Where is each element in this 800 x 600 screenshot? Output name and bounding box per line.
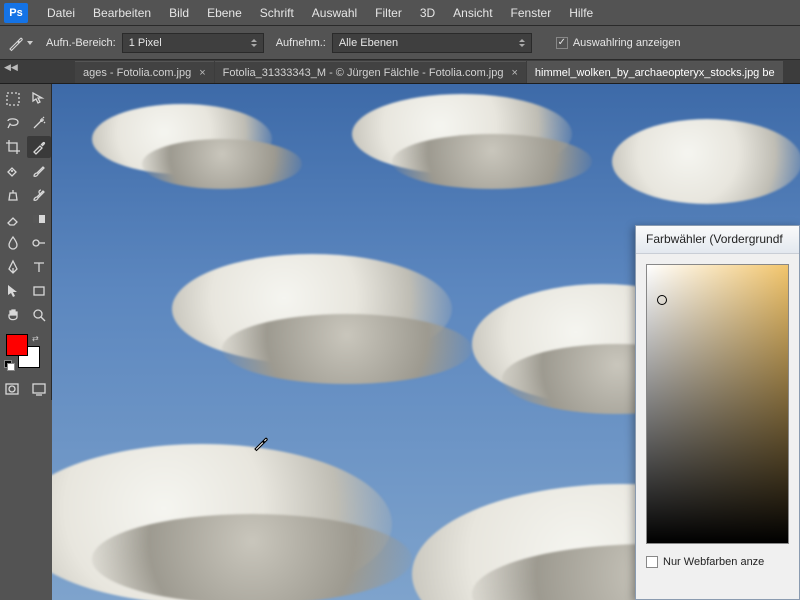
tab-label: himmel_wolken_by_archaeopteryx_stocks.jp… <box>535 67 775 79</box>
tool-zoom[interactable] <box>27 304 51 326</box>
tab-close-icon[interactable]: × <box>199 67 205 79</box>
tool-type[interactable] <box>27 256 51 278</box>
sample-source-value: Alle Ebenen <box>339 37 398 49</box>
sample-source-select[interactable]: Alle Ebenen <box>332 33 532 53</box>
tool-eyedropper[interactable] <box>27 136 51 158</box>
tool-preset-arrow-icon <box>27 41 33 45</box>
color-picker-title: Farbwähler (Vordergrundf <box>636 226 799 254</box>
collapse-handle-icon[interactable]: ◀◀ <box>4 62 18 73</box>
document-tab-strip: ◀◀ ages - Fotolia.com.jpg × Fotolia_3133… <box>0 60 800 84</box>
show-sampling-ring-label: Auswahlring anzeigen <box>573 37 681 49</box>
menu-image[interactable]: Bild <box>160 6 198 20</box>
tool-move[interactable] <box>27 88 51 110</box>
tool-hand[interactable] <box>1 304 25 326</box>
tool-history-brush[interactable] <box>27 184 51 206</box>
tool-dodge[interactable] <box>27 232 51 254</box>
tool-marquee[interactable] <box>1 88 25 110</box>
tool-eraser[interactable] <box>1 208 25 230</box>
color-marker-icon[interactable] <box>657 295 667 305</box>
tool-brush[interactable] <box>27 160 51 182</box>
menu-edit[interactable]: Bearbeiten <box>84 6 160 20</box>
checkbox-icon <box>646 556 658 568</box>
active-tool-icon[interactable] <box>6 31 34 55</box>
tool-blur[interactable] <box>1 232 25 254</box>
document-tab-1[interactable]: Fotolia_31333343_M - © Jürgen Fälchle - … <box>215 61 526 83</box>
menu-type[interactable]: Schrift <box>251 6 303 20</box>
web-colors-only-label: Nur Webfarben anze <box>663 556 764 568</box>
color-field[interactable] <box>646 264 789 544</box>
sample-size-value: 1 Pixel <box>129 37 162 49</box>
document-tab-2[interactable]: himmel_wolken_by_archaeopteryx_stocks.jp… <box>527 61 783 83</box>
sample-size-select[interactable]: 1 Pixel <box>122 33 264 53</box>
app-logo: Ps <box>4 3 28 23</box>
sample-source-label: Aufnehm.: <box>276 37 326 49</box>
menu-3d[interactable]: 3D <box>411 6 444 20</box>
tool-pen[interactable] <box>1 256 25 278</box>
tool-crop[interactable] <box>1 136 25 158</box>
document-tab-0[interactable]: ages - Fotolia.com.jpg × <box>75 61 214 83</box>
tool-shape[interactable] <box>27 280 51 302</box>
tab-label: ages - Fotolia.com.jpg <box>83 67 191 79</box>
menu-view[interactable]: Ansicht <box>444 6 501 20</box>
default-colors-icon[interactable] <box>4 360 14 370</box>
options-bar: Aufn.-Bereich: 1 Pixel Aufnehm.: Alle Eb… <box>0 26 800 60</box>
menu-window[interactable]: Fenster <box>502 6 561 20</box>
tool-healing[interactable] <box>1 160 25 182</box>
quickmask-standard-icon[interactable] <box>0 378 24 400</box>
eyedropper-cursor-icon <box>252 434 270 457</box>
tool-lasso[interactable] <box>1 112 25 134</box>
foreground-color-swatch[interactable] <box>6 334 28 356</box>
swap-colors-icon[interactable]: ⇄ <box>32 334 39 343</box>
tool-gradient[interactable] <box>27 208 51 230</box>
tool-path-select[interactable] <box>1 280 25 302</box>
color-swatches: ⇄ <box>0 334 51 374</box>
tool-magic-wand[interactable] <box>27 112 51 134</box>
show-sampling-ring-checkbox[interactable]: ✓ Auswahlring anzeigen <box>556 37 681 49</box>
color-picker-dialog[interactable]: Farbwähler (Vordergrundf Nur Webfarben a… <box>635 225 800 600</box>
tab-close-icon[interactable]: × <box>511 67 517 79</box>
menu-help[interactable]: Hilfe <box>560 6 602 20</box>
menu-filter[interactable]: Filter <box>366 6 411 20</box>
menu-bar: Ps Datei Bearbeiten Bild Ebene Schrift A… <box>0 0 800 26</box>
menu-select[interactable]: Auswahl <box>303 6 366 20</box>
menu-layer[interactable]: Ebene <box>198 6 251 20</box>
sample-size-label: Aufn.-Bereich: <box>46 37 116 49</box>
checkmark-icon: ✓ <box>556 37 568 49</box>
web-colors-only-checkbox[interactable]: Nur Webfarben anze <box>646 556 789 568</box>
menu-file[interactable]: Datei <box>38 6 84 20</box>
tool-clone[interactable] <box>1 184 25 206</box>
screenmode-icon[interactable] <box>28 378 52 400</box>
tab-label: Fotolia_31333343_M - © Jürgen Fälchle - … <box>223 67 504 79</box>
toolbox-panel: ⇄ <box>0 84 52 400</box>
